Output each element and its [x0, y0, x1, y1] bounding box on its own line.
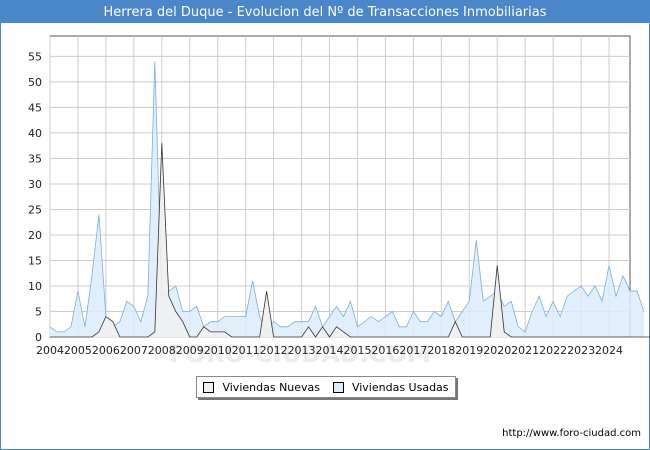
legend-swatch-nuevas	[203, 381, 215, 393]
source-url: http://www.foro-ciudad.com	[502, 428, 641, 439]
y-tick-label: 30	[28, 178, 42, 191]
x-tick-label: 2024	[595, 344, 623, 357]
x-tick-label: 2004	[36, 344, 64, 357]
y-axis-ticks: 0 5 10 15 20 25 30 35 40 45 50 55	[28, 50, 42, 344]
legend-swatch-usadas	[332, 381, 344, 393]
x-tick-label: 2022	[539, 344, 567, 357]
y-tick-label: 5	[35, 305, 42, 318]
x-tick-label: 2018	[427, 344, 455, 357]
x-tick-label: 2020	[483, 344, 511, 357]
legend-item-usadas: Viviendas Usadas	[332, 380, 449, 394]
y-tick-label: 10	[28, 280, 42, 293]
x-tick-label: 2014	[316, 344, 344, 357]
y-tick-label: 0	[35, 331, 42, 344]
y-tick-label: 45	[28, 101, 42, 114]
legend-label-nuevas: Viviendas Nuevas	[222, 380, 321, 394]
y-tick-label: 40	[28, 127, 42, 140]
y-tick-label: 25	[28, 203, 42, 216]
x-tick-label: 2009	[176, 344, 204, 357]
x-tick-label: 2012	[260, 344, 288, 357]
legend-label-usadas: Viviendas Usadas	[351, 380, 449, 394]
y-tick-label: 35	[28, 152, 42, 165]
y-tick-label: 20	[28, 229, 42, 242]
legend-item-nuevas: Viviendas Nuevas	[203, 381, 320, 394]
x-tick-label: 2008	[148, 344, 176, 357]
x-tick-label: 2013	[288, 344, 316, 357]
y-tick-label: 50	[28, 76, 42, 89]
x-tick-label: 2019	[455, 344, 483, 357]
x-tick-label: 2007	[120, 344, 148, 357]
x-axis-ticks: 2004 2005 2006 2007 2008 2009 2010 2011 2012 2013…	[36, 344, 623, 357]
y-tick-label: 55	[28, 50, 42, 63]
x-tick-label: 2017	[399, 344, 427, 357]
x-tick-label: 2005	[64, 344, 92, 357]
x-tick-label: 2010	[204, 344, 232, 357]
x-tick-label: 2016	[371, 344, 399, 357]
x-tick-label: 2015	[343, 344, 371, 357]
x-tick-label: 2006	[92, 344, 120, 357]
x-tick-label: 2011	[232, 344, 260, 357]
legend: Viviendas Nuevas Viviendas Usadas	[196, 376, 456, 398]
y-tick-label: 15	[28, 254, 42, 267]
x-tick-label: 2023	[567, 344, 595, 357]
plot-area	[49, 35, 631, 338]
x-tick-label: 2021	[511, 344, 539, 357]
